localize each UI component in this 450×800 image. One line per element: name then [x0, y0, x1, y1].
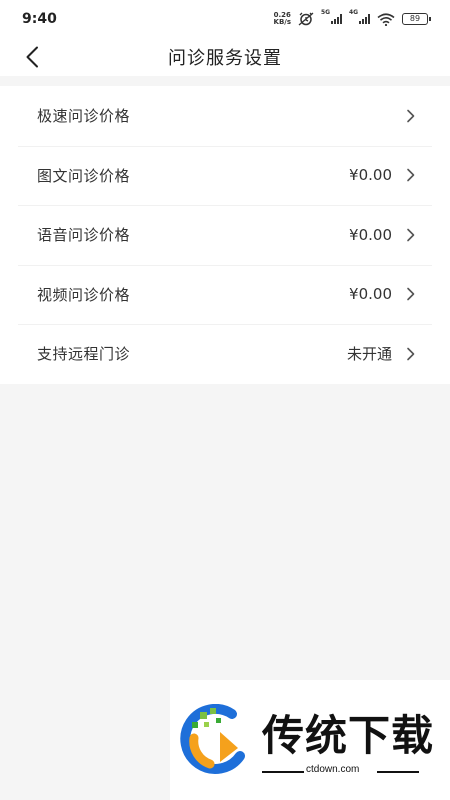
status-time: 9:40: [22, 11, 57, 27]
chevron-right-icon: [407, 287, 415, 301]
signal-strength-icon: 5G: [321, 9, 342, 24]
nav-bar: 问诊服务设置: [0, 38, 450, 76]
network-speed-unit: KB/s: [273, 18, 291, 26]
watermark: 传统下载 ctdown.com: [170, 680, 450, 800]
watermark-divider: [262, 771, 304, 773]
watermark-logo-icon: [180, 704, 245, 774]
watermark-text: 传统下载: [262, 711, 435, 760]
signal-tag: 5G: [321, 9, 331, 16]
chevron-right-icon: [407, 109, 415, 123]
alarm-icon: [298, 12, 314, 26]
back-button[interactable]: [16, 41, 48, 73]
setting-value: ¥0.00: [349, 225, 392, 244]
setting-value: ¥0.00: [349, 285, 392, 304]
watermark-url: ctdown.com: [306, 764, 360, 775]
battery-indicator: 89: [402, 13, 431, 25]
chevron-right-icon: [407, 347, 415, 361]
signal-strength-icon: 4G: [349, 9, 370, 24]
page-title: 问诊服务设置: [168, 48, 282, 69]
watermark-divider: [377, 771, 419, 773]
section-gap: [0, 76, 450, 86]
chevron-right-icon: [407, 168, 415, 182]
setting-row-remote-clinic[interactable]: 支持远程门诊 未开通: [0, 324, 450, 384]
network-speed: 0.26 KB/s: [274, 12, 291, 26]
status-bar: 9:40 0.26 KB/s 5G 4G 89: [0, 0, 450, 38]
setting-row-voice-consult-price[interactable]: 语音问诊价格 ¥0.00: [0, 205, 450, 265]
wifi-icon: [377, 12, 395, 26]
signal-tag: 4G: [349, 9, 359, 16]
setting-label: 视频问诊价格: [37, 285, 131, 304]
setting-label: 图文问诊价格: [37, 166, 131, 185]
setting-label: 语音问诊价格: [37, 226, 131, 245]
setting-value: ¥0.00: [349, 166, 392, 185]
chevron-left-icon: [26, 46, 38, 68]
status-icons: 0.26 KB/s 5G 4G 89: [274, 9, 431, 26]
settings-list: 极速问诊价格 图文问诊价格 ¥0.00 语音问诊价格 ¥0.00 视频问诊价格 …: [0, 86, 450, 384]
setting-row-fast-consult-price[interactable]: 极速问诊价格: [0, 86, 450, 146]
setting-label: 支持远程门诊: [37, 345, 131, 364]
setting-label: 极速问诊价格: [37, 107, 131, 126]
setting-value: 未开通: [346, 345, 392, 364]
setting-row-text-consult-price[interactable]: 图文问诊价格 ¥0.00: [0, 145, 450, 206]
chevron-right-icon: [407, 228, 415, 242]
setting-row-video-consult-price[interactable]: 视频问诊价格 ¥0.00: [0, 264, 450, 325]
